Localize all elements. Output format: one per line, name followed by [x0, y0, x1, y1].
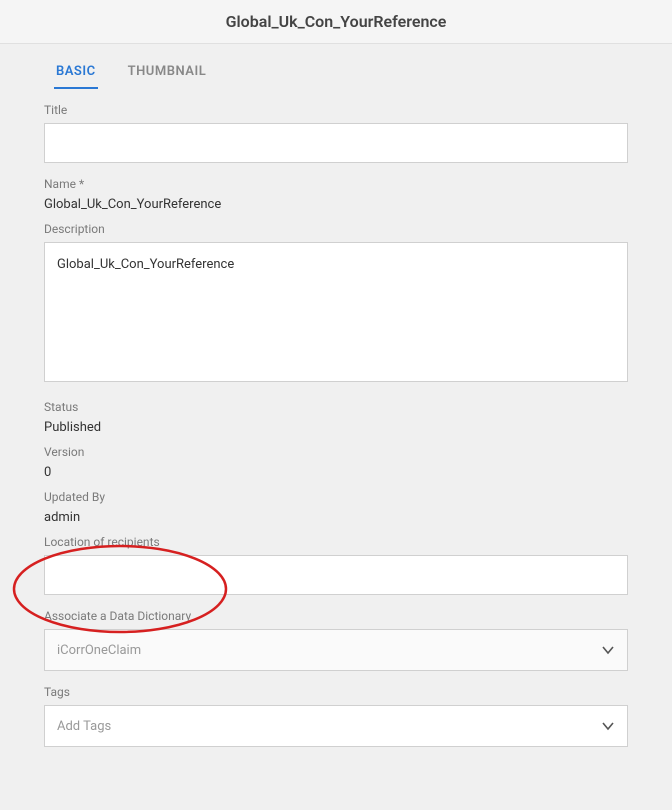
name-value: Global_Uk_Con_YourReference: [44, 197, 628, 212]
version-value: 0: [44, 465, 628, 480]
tab-bar: BASIC THUMBNAIL: [44, 44, 628, 89]
tab-thumbnail[interactable]: THUMBNAIL: [126, 60, 209, 89]
title-input[interactable]: [44, 123, 628, 163]
name-label: Name *: [44, 177, 628, 191]
updated-by-value: admin: [44, 510, 628, 525]
field-description: Description Global_Uk_Con_YourReference: [44, 222, 628, 386]
field-location: Location of recipients: [44, 535, 628, 595]
field-dictionary: Associate a Data Dictionary iCorrOneClai…: [44, 609, 628, 671]
field-name: Name * Global_Uk_Con_YourReference: [44, 177, 628, 212]
tags-select[interactable]: Add Tags: [44, 705, 628, 747]
tags-placeholder: Add Tags: [57, 719, 111, 734]
tags-label: Tags: [44, 685, 628, 699]
chevron-down-icon: [601, 643, 615, 657]
tab-basic[interactable]: BASIC: [54, 60, 98, 89]
field-version: Version 0: [44, 445, 628, 480]
content-area: BASIC THUMBNAIL Title Name * Global_Uk_C…: [0, 44, 672, 747]
location-label: Location of recipients: [44, 535, 628, 549]
status-value: Published: [44, 420, 628, 435]
title-label: Title: [44, 103, 628, 117]
page-title: Global_Uk_Con_YourReference: [226, 12, 447, 31]
field-tags: Tags Add Tags: [44, 685, 628, 747]
description-input[interactable]: Global_Uk_Con_YourReference: [44, 242, 628, 382]
page-header: Global_Uk_Con_YourReference: [0, 0, 672, 44]
field-updated-by: Updated By admin: [44, 490, 628, 525]
status-label: Status: [44, 400, 628, 414]
location-input[interactable]: [44, 555, 628, 595]
description-label: Description: [44, 222, 628, 236]
chevron-down-icon: [601, 719, 615, 733]
updated-by-label: Updated By: [44, 490, 628, 504]
field-title: Title: [44, 103, 628, 163]
version-label: Version: [44, 445, 628, 459]
dictionary-select[interactable]: iCorrOneClaim: [44, 629, 628, 671]
dictionary-label: Associate a Data Dictionary: [44, 609, 628, 623]
dictionary-value: iCorrOneClaim: [57, 643, 141, 658]
field-status: Status Published: [44, 400, 628, 435]
